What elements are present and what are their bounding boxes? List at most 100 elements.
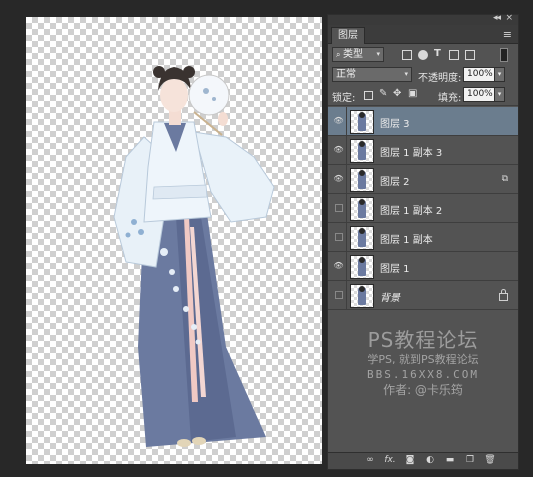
watermark-title: PS教程论坛 [367,328,479,352]
close-icon[interactable]: × [505,13,513,23]
dropdown-arrow-icon: ▾ [404,70,408,78]
fill-label: 填充: [438,93,462,104]
lock-label: 锁定: [332,93,356,104]
tab-layers[interactable]: 图层 [331,27,365,44]
layer-thumbnail[interactable] [350,168,374,192]
lock-all-icon[interactable]: ▣ [408,88,417,99]
opacity-label: 不透明度: [418,73,462,84]
thumbnail-head [359,199,365,205]
shoe [177,439,191,447]
thumbnail-head [359,286,365,292]
watermark-author: 作者: @卡乐筠 [383,383,463,397]
layer-thumbnail[interactable] [350,226,374,250]
filter-row: ⌕ 类型 ▾ T [328,45,518,65]
filter-smart-object-icon[interactable] [465,50,475,60]
layer-name[interactable]: 图层 1 副本 3 [380,144,442,159]
thumbnail-head [359,228,365,234]
hand [218,112,228,126]
opacity-slider-toggle[interactable]: ▾ [494,67,505,82]
new-layer-icon[interactable]: ❐ [464,455,476,465]
layer-row[interactable]: 背景 [328,281,518,310]
watermark-site: BBS.16XX8.COM [366,368,480,381]
layer-row[interactable]: 图层 1 副本 [328,223,518,252]
trash-icon[interactable]: 🗑 [484,455,496,465]
layer-name[interactable]: 图层 1 副本 [380,231,433,246]
filter-type-dropdown[interactable]: ⌕ 类型 ▾ [332,47,384,62]
search-icon: ⌕ [336,50,344,59]
filter-adjustment-icon[interactable] [418,50,428,60]
document-canvas[interactable] [26,17,322,464]
layer-row[interactable]: 👁 图层 1 [328,252,518,281]
hanfu-girl-illustration [113,66,275,447]
layer-name[interactable]: 图层 2 [380,173,410,188]
lock-position-icon[interactable]: ✥ [393,88,401,99]
link-icon[interactable]: ∞ [364,455,376,465]
sash [152,184,208,200]
visibility-toggle[interactable] [335,291,343,299]
divider [346,136,347,164]
filter-shape-icon[interactable] [449,50,459,60]
layer-row[interactable]: 👁 图层 2 ⧉ [328,165,518,194]
visibility-toggle[interactable] [335,204,343,212]
visibility-toggle[interactable] [335,233,343,241]
lock-image-icon[interactable]: ✎ [379,88,387,99]
divider [346,107,347,135]
round-fan [188,74,230,116]
hair-bun-left [153,66,165,78]
layer-thumbnail[interactable] [350,139,374,163]
hair-bun-right [183,66,195,78]
layer-thumbnail[interactable] [350,284,374,308]
divider [346,194,347,222]
eye-icon[interactable]: 👁 [333,174,344,184]
layer-name[interactable]: 背景 [380,289,400,304]
divider [346,252,347,280]
eye-icon[interactable]: 👁 [333,261,344,271]
thumbnail-head [359,141,365,147]
blend-mode-dropdown[interactable]: 正常 ▾ [332,67,412,82]
eye-icon[interactable]: 👁 [333,145,344,155]
layers-panel: ◂◂ × 图层 ≡ ⌕ 类型 ▾ T 正常 ▾ 不透明度: 100% ▾ 锁定:… [327,13,519,470]
filter-type-icon[interactable]: T [434,48,441,59]
lock-transparent-icon[interactable] [364,91,373,100]
layer-name[interactable]: 图层 3 [380,115,410,130]
adjustment-icon[interactable]: ◐ [424,455,436,465]
shoe [192,437,206,445]
thumbnail-head [359,170,365,176]
watermark-subtitle: 学PS, 就到PS教程论坛 [367,353,479,366]
panel-title-bar[interactable]: ◂◂ × [328,13,518,25]
fill-input[interactable]: 100% [463,87,495,102]
smart-object-icon: ⧉ [501,174,508,184]
lock-icon [499,289,508,301]
layer-name[interactable]: 图层 1 副本 2 [380,202,442,217]
filter-pixel-icon[interactable] [402,50,412,60]
collapse-icon[interactable]: ◂◂ [493,13,501,23]
eye-icon[interactable]: 👁 [333,116,344,126]
folder-icon[interactable]: ▬ [444,455,456,465]
filter-type-label: 类型 [343,49,364,60]
panel-bottom-bar: ∞ fx. ◙ ◐ ▬ ❐ 🗑 [328,452,518,469]
layer-thumbnail[interactable] [350,255,374,279]
blend-mode-value: 正常 [336,69,356,80]
layer-thumbnail[interactable] [350,197,374,221]
layer-row[interactable]: 👁 图层 3 [328,107,518,136]
watermark: PS教程论坛 学PS, 就到PS教程论坛 BBS.16XX8.COM 作者: @… [328,327,518,398]
face [160,78,188,112]
layer-row[interactable]: 图层 1 副本 2 [328,194,518,223]
divider [346,165,347,193]
fill-slider-toggle[interactable]: ▾ [494,87,505,102]
divider [346,281,347,309]
fx-icon[interactable]: fx. [384,455,396,465]
panel-menu-icon[interactable]: ≡ [503,28,512,41]
filter-toggle-icon[interactable] [500,48,508,62]
thumbnail-head [359,257,365,263]
layer-row[interactable]: 👁 图层 1 副本 3 [328,136,518,165]
opacity-input[interactable]: 100% [463,67,495,82]
thumbnail-head [359,112,365,118]
lock-row: 锁定: ✎ ✥ ▣ 填充: 100% ▾ [328,85,518,106]
mask-icon[interactable]: ◙ [404,455,416,465]
dropdown-arrow-icon: ▾ [376,50,380,58]
layer-name[interactable]: 图层 1 [380,260,410,275]
panel-tabbar: 图层 ≡ [328,25,518,44]
divider [346,223,347,251]
layer-thumbnail[interactable] [350,110,374,134]
